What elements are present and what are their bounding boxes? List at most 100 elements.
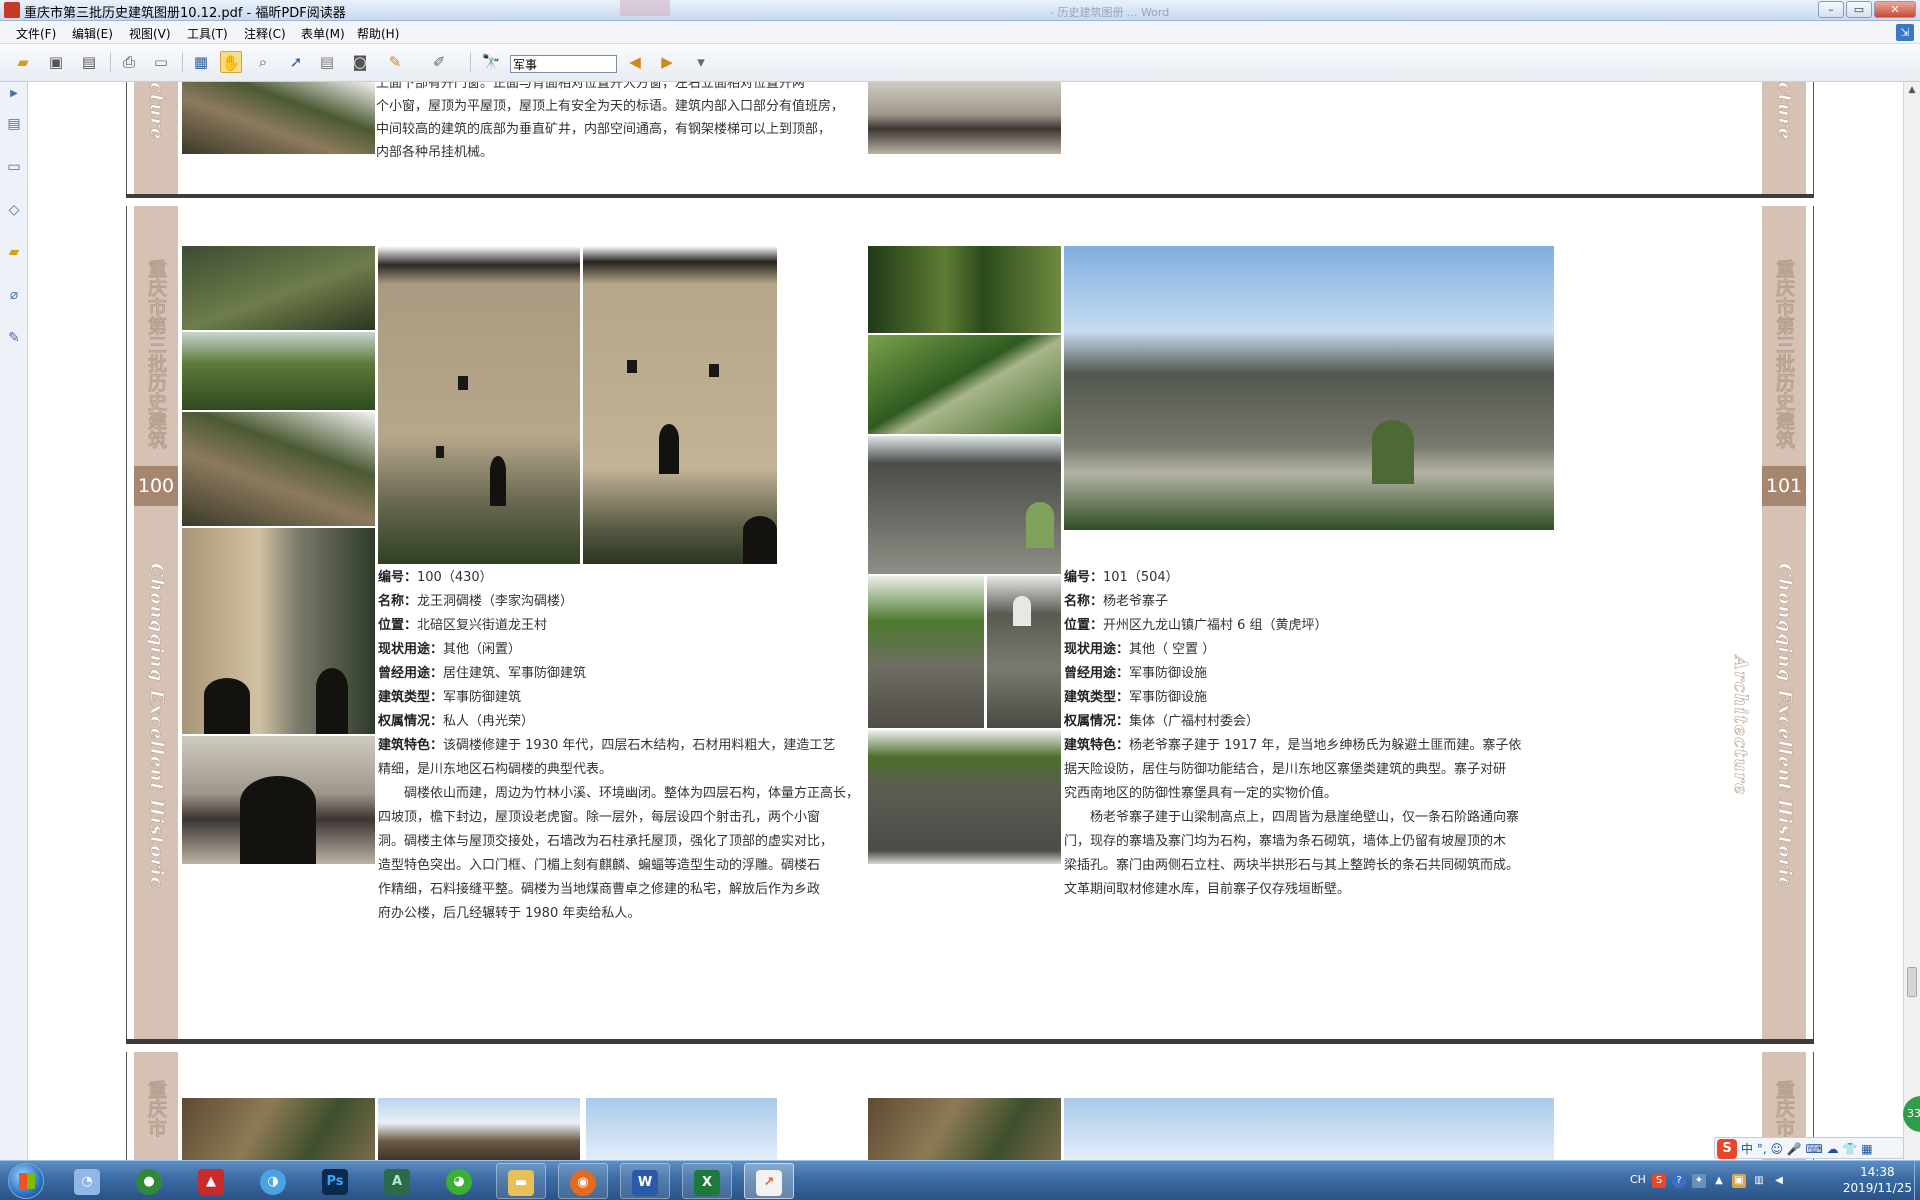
language-indicator[interactable]: CH [1630,1173,1646,1186]
autocad-icon[interactable]: ▲ [186,1163,236,1199]
menu-help[interactable]: 帮助(H) [357,25,399,42]
text-select-icon[interactable]: ▤ [316,51,338,73]
options-icon[interactable]: ▾ [690,51,712,73]
tray-settings-icon[interactable]: ✦ [1692,1174,1706,1188]
system-tray: CH S ? ✦ ▲ ▣ ▥ ◀ 14:38 2019/11/25 [1630,1161,1920,1200]
stone-tower-front-photo [583,246,777,564]
ie-tool-icon[interactable]: ◔ [62,1163,112,1199]
save-all-icon[interactable]: ▤ [78,51,100,73]
side-band: cture [134,82,178,198]
vertical-scrollbar[interactable]: ▲ [1903,82,1920,1160]
photoshop-icon[interactable]: Ps [310,1163,360,1199]
layout-toggle-icon[interactable]: ⇲ [1896,24,1914,41]
tower-in-forest-photo [182,332,375,410]
building-photo [182,82,375,154]
building-photo [868,82,1061,154]
layers-icon[interactable]: ▭ [5,157,23,177]
ime-status: 中 °, ☺ 🎤 ⌨ ☁ 👕 ▦ [1741,1142,1873,1156]
entry-100-details: 编号：100（430） 名称：龙王洞碉楼（李家沟碉楼） 位置：北碚区复兴街道龙王… [378,570,860,921]
foxit-app-icon [4,2,20,18]
description-text: 上面下部有开门窗。正面与背面相对位置开大方窗，左右立面相对位置开两 个小窗，屋顶… [376,82,845,160]
find-prev-icon[interactable]: ◀ [624,51,646,73]
sogou-ime-icon[interactable]: S [1717,1139,1737,1159]
clock-date: 2019/11/25 [1842,1181,1912,1195]
previous-page: cture cture 上面下部有开门窗。正面与背面相对位置开大方窗，左右立面相… [126,82,1814,198]
fort-wall-ruins-photo [868,730,1061,864]
attachments-icon[interactable]: ⌀ [5,285,23,305]
sign-icon[interactable]: ✎ [384,51,406,73]
signatures-icon[interactable]: ✎ [5,328,23,348]
firefox-icon[interactable]: ◉ [558,1163,608,1199]
folder-icon[interactable]: ▬ [496,1163,546,1199]
title-bar: 重庆市第三批历史建筑图册10.12.pdf - 福昕PDF阅读器 - 历史建筑图… [0,0,1920,21]
tray-app-icon[interactable]: ▣ [1732,1174,1746,1188]
word-icon[interactable]: W [620,1163,670,1199]
maximize-button[interactable]: ▭ [1846,1,1872,18]
snapshot-camera-icon[interactable]: ◙ [349,51,371,73]
help-tray-icon[interactable]: ? [1672,1174,1686,1188]
menu-comment[interactable]: 注释(C) [244,25,286,42]
carved-doorway-photo [182,736,375,864]
navigation-sidebar: ▶ ▤ ▭ ◇ ▰ ⌀ ✎ [0,82,28,1160]
entry-101-details: 编号：101（504） 名称：杨老爷寨子 位置：开州区九龙山镇广福村 6 组（黄… [1064,570,1522,897]
ime-toolbar[interactable]: S 中 °, ☺ 🎤 ⌨ ☁ 👕 ▦ [1714,1137,1904,1159]
scroll-thumb[interactable] [1907,967,1917,997]
snapshot-icon[interactable]: ▭ [150,51,172,73]
window-title: 重庆市第三批历史建筑图册10.12.pdf - 福昕PDF阅读器 [24,6,346,21]
typewriter-icon[interactable]: ✐ [428,51,450,73]
print-icon[interactable]: ⎙ [118,51,140,73]
scroll-up-icon[interactable]: ▲ [1904,82,1920,98]
wechat-icon[interactable]: ◕ [434,1163,484,1199]
menu-tools[interactable]: 工具(T) [187,25,228,42]
clock[interactable]: 14:38 2019/11/25 [1843,1164,1912,1196]
fort-wall-photo [868,436,1061,574]
landscape-photo [1064,1098,1554,1160]
gate-stairs-photo [987,576,1061,728]
menu-view[interactable]: 视图(V) [129,25,171,42]
tower-doorway-photo [182,528,375,734]
toolbar-separator [110,52,111,72]
background-tab-ghost [620,0,670,16]
right-side-band: 重庆市第三批历史建筑 Chongqing Excellent Historic … [1730,206,1806,1044]
close-button[interactable]: ✕ [1874,1,1916,18]
bookmarks-icon[interactable]: ◇ [5,200,23,220]
find-icon[interactable]: 🔭 [480,51,502,73]
sogou-tray-icon[interactable]: S [1652,1174,1666,1188]
band-title: 重庆市第三批历史建筑 [145,259,168,450]
tower-roof-photo [182,412,375,526]
save-icon[interactable]: ▣ [45,51,67,73]
comments-icon[interactable]: ▰ [5,242,23,262]
cloud-icon[interactable]: ◑ [248,1163,298,1199]
show-hidden-icons[interactable]: ▲ [1712,1174,1726,1188]
aerial-ridge-photo [868,246,1061,333]
excel-icon[interactable]: X [682,1163,732,1199]
taskbar: ◔ ● ▲ ◑ Ps A ◕ ▬ ◉ W X ↗ CH S ? ✦ ▲ ▣ ▥ … [0,1160,1920,1200]
menu-form[interactable]: 表单(M) [301,25,345,42]
window-controls: – ▭ ✕ [1818,1,1916,18]
open-icon[interactable]: ▰ [12,51,34,73]
green-app-icon[interactable]: ● [124,1163,174,1199]
menu-file[interactable]: 文件(F) [16,25,56,42]
volume-icon[interactable]: ◀ [1772,1174,1786,1188]
adobe-icon[interactable]: A [372,1163,422,1199]
minimize-button[interactable]: – [1818,1,1844,18]
find-next-icon[interactable]: ▶ [656,51,678,73]
roof-photo [378,1098,580,1160]
pages-icon[interactable]: ▤ [5,114,23,134]
hand-tool-icon[interactable]: ✋ [220,51,242,73]
foxit-icon[interactable]: ↗ [744,1163,794,1199]
show-desktop-button[interactable] [1914,1161,1920,1200]
fullscreen-icon[interactable]: ▦ [190,51,212,73]
side-band: 重庆市 [134,1052,178,1160]
find-input[interactable] [510,55,617,73]
band-english: Chongqing Excellent Historic Architectur… [146,563,168,889]
zoom-tool-icon[interactable]: ⌕ [252,51,274,73]
start-button[interactable] [2,1162,52,1200]
document-view[interactable]: cture cture 上面下部有开门窗。正面与背面相对位置开大方窗，左右立面相… [29,82,1902,1160]
select-arrow-icon[interactable]: ➚ [285,51,307,73]
menu-edit[interactable]: 编辑(E) [72,25,113,42]
expand-icon[interactable]: ▶ [5,84,23,104]
left-side-band: 重庆市第三批历史建筑 Chongqing Excellent Historic … [134,206,178,1044]
network-icon[interactable]: ▥ [1752,1174,1766,1188]
aerial-photo [182,246,375,330]
